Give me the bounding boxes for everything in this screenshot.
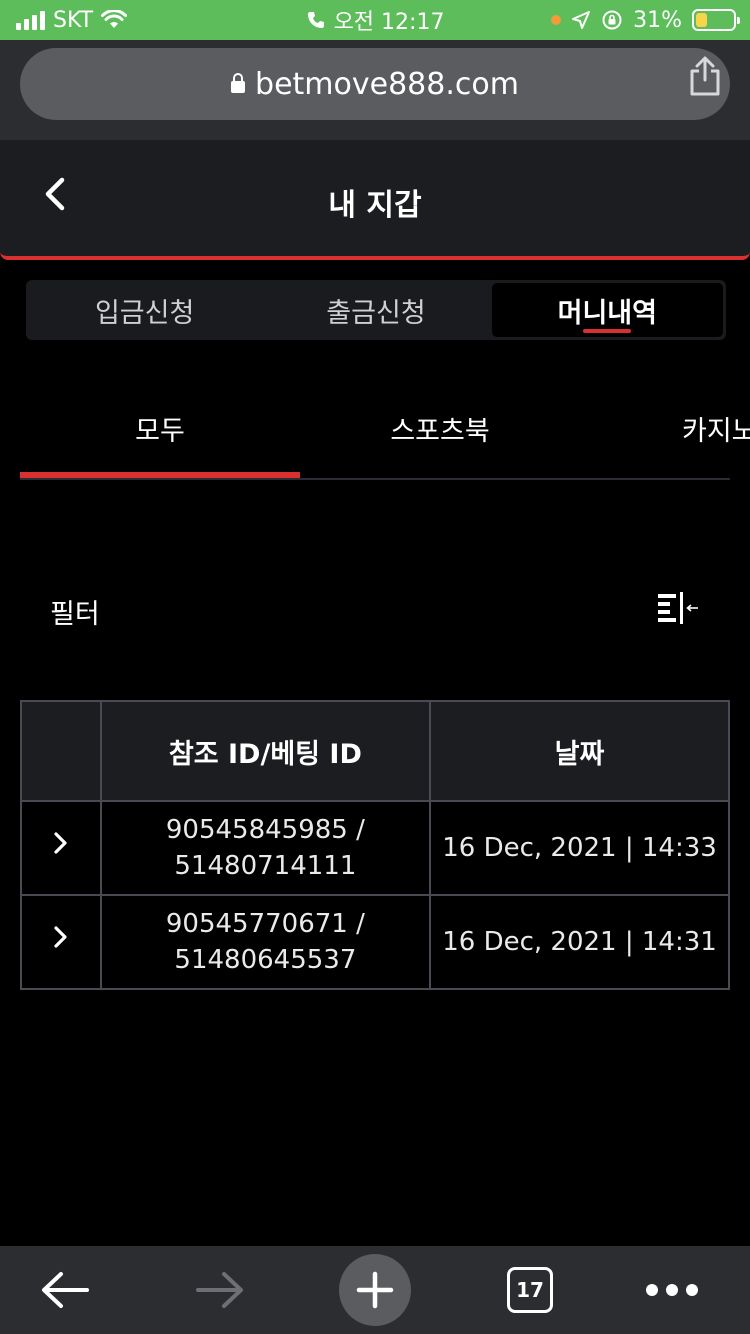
- expand-cell[interactable]: [20, 894, 102, 990]
- chevron-right-icon[interactable]: [50, 830, 72, 856]
- date-cell: 16 Dec, 2021 | 14:33: [429, 800, 730, 896]
- ref-id-cell: 90545770671 / 51480645537: [99, 894, 432, 990]
- arrow-left-icon: [42, 1272, 89, 1308]
- battery-percent: 31%: [633, 7, 682, 33]
- table-row[interactable]: 90545770671 / 51480645537 16 Dec, 2021 |…: [20, 894, 730, 990]
- page-header: 내 지갑: [0, 140, 750, 260]
- tab-casino[interactable]: 카지노: [580, 380, 750, 476]
- expand-cell[interactable]: [20, 800, 102, 896]
- browser-address-area: betmove888.com: [0, 40, 750, 140]
- battery-fill: [696, 13, 708, 27]
- tab-count: 17: [507, 1267, 553, 1313]
- tab-money-history[interactable]: 머니내역: [491, 283, 723, 337]
- category-tabs: 모두 스포츠북 카지노: [20, 380, 750, 480]
- phone-icon: [307, 12, 324, 28]
- share-icon[interactable]: [688, 56, 722, 96]
- ref-id: 90545845985 /: [165, 815, 365, 845]
- filter-label: 필터: [50, 599, 100, 630]
- chevron-right-icon[interactable]: [50, 924, 72, 950]
- active-tab-indicator: [20, 472, 300, 478]
- clock: 오전 12:17: [333, 10, 445, 35]
- carrier-label: SKT: [53, 7, 94, 33]
- tab-withdraw[interactable]: 출금신청: [260, 283, 491, 337]
- more-icon: [646, 1284, 698, 1296]
- wallet-tabs: 입금신청 출금신청 머니내역: [26, 280, 726, 340]
- more-menu-button[interactable]: [627, 1246, 717, 1334]
- new-tab-button[interactable]: [330, 1246, 420, 1334]
- tab-all[interactable]: 모두: [20, 380, 300, 476]
- table-header-row: 참조 ID/베팅 ID 날짜: [20, 700, 730, 802]
- tab-deposit[interactable]: 입금신청: [29, 283, 260, 337]
- battery-icon: [692, 9, 740, 31]
- column-header-date: 날짜: [429, 700, 730, 802]
- table-row[interactable]: 90545845985 / 51480714111 16 Dec, 2021 |…: [20, 800, 730, 896]
- wifi-icon: [101, 10, 128, 28]
- browser-forward-button[interactable]: [175, 1246, 265, 1334]
- date-cell: 16 Dec, 2021 | 14:31: [429, 894, 730, 990]
- rotation-lock-icon: [602, 10, 622, 30]
- browser-toolbar: 17: [0, 1246, 750, 1334]
- tab-sportsbook[interactable]: 스포츠북: [300, 380, 580, 476]
- signal-icon: [16, 10, 45, 30]
- arrow-right-icon: [196, 1272, 243, 1308]
- url-text: betmove888.com: [255, 66, 519, 102]
- column-header-ref-id: 참조 ID/베팅 ID: [99, 700, 432, 802]
- mic-indicator-icon: [551, 15, 562, 25]
- tabs-divider: [20, 478, 730, 480]
- ref-id-cell: 90545845985 / 51480714111: [99, 800, 432, 896]
- plus-icon: [339, 1254, 411, 1326]
- ref-id: 90545770671 /: [165, 909, 365, 939]
- location-icon: [572, 11, 591, 29]
- lock-icon: [231, 73, 246, 93]
- bet-id: 51480714111: [174, 851, 357, 881]
- address-bar[interactable]: betmove888.com: [20, 48, 730, 120]
- status-bar: SKT 오전 12:17 31%: [0, 0, 750, 40]
- expand-column-header: [20, 700, 102, 802]
- tabs-button[interactable]: 17: [485, 1246, 575, 1334]
- transactions-table: 참조 ID/베팅 ID 날짜 90545845985 / 51480714111…: [20, 700, 730, 990]
- bet-id: 51480645537: [174, 945, 357, 975]
- filter-toggle-icon[interactable]: [656, 590, 700, 630]
- browser-back-button[interactable]: [20, 1246, 110, 1334]
- page-title: 내 지갑: [328, 188, 422, 223]
